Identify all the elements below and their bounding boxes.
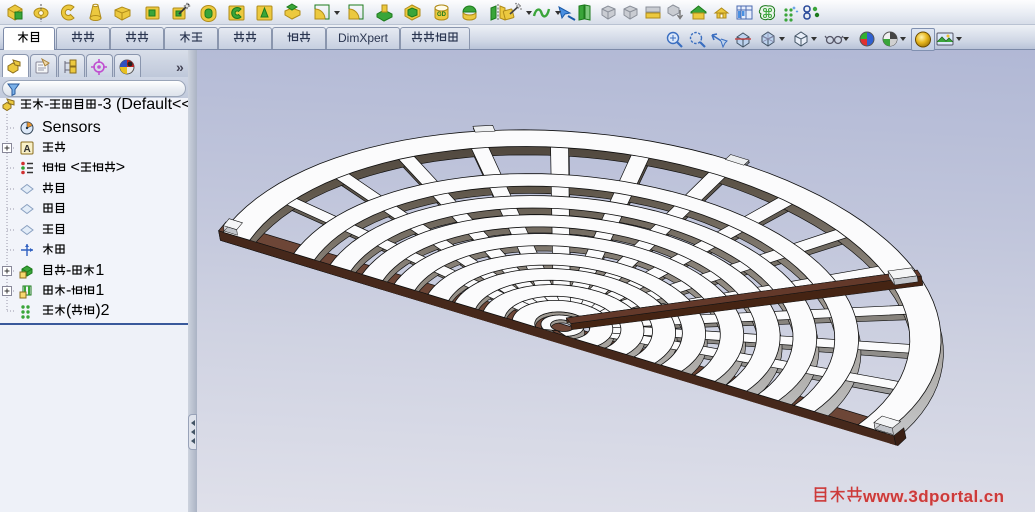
- svg-text:A: A: [24, 144, 31, 155]
- svg-text:GD: GD: [437, 12, 447, 18]
